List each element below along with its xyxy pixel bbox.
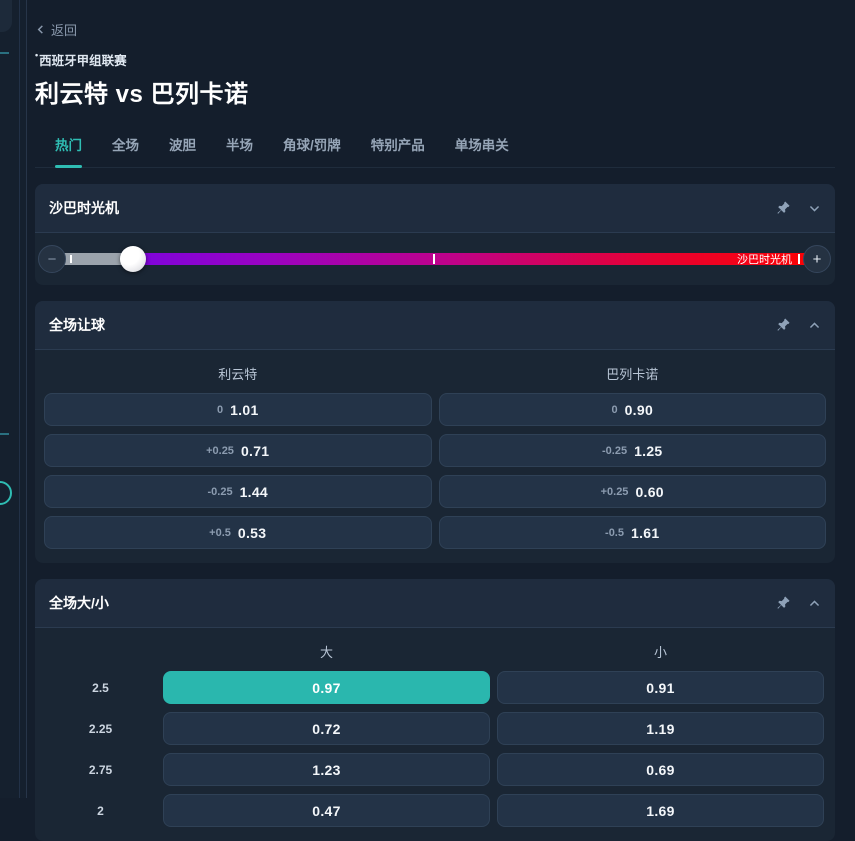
- time-machine-slider-area: 沙巴时光机 − +: [35, 233, 835, 285]
- odds-value: 1.69: [646, 803, 674, 819]
- handicap-line: -0.25: [207, 486, 232, 498]
- league-name: • 西班牙甲组联赛: [35, 50, 835, 69]
- handicap-team-headers: 利云特 巴列卡诺: [35, 350, 835, 393]
- ou-cell-over-1[interactable]: 0.72: [163, 712, 490, 745]
- handicap-odds-grid: 0 1.01 0 0.90 +0.25 0.71 -0.25 1.25 -0.2…: [35, 393, 835, 563]
- back-button[interactable]: 返回: [35, 20, 77, 39]
- chevron-up-icon[interactable]: [808, 597, 821, 610]
- back-chevron-icon: [35, 24, 46, 35]
- over-under-card: 全场大/小 大 小 2.5 0.97 0.91 2.25: [35, 579, 835, 841]
- ou-cell-under-3[interactable]: 1.69: [497, 794, 824, 827]
- ou-cell-over-0[interactable]: 0.97: [163, 671, 490, 704]
- pin-icon[interactable]: [775, 595, 791, 611]
- handicap-line: +0.25: [206, 445, 234, 457]
- main-content: 返回 • 西班牙甲组联赛 利云特 vs 巴列卡诺 热门 全场 波胆 半场 角球/…: [35, 0, 835, 841]
- chevron-down-icon[interactable]: [808, 202, 821, 215]
- tab-corners-cards[interactable]: 角球/罚牌: [283, 134, 341, 167]
- ou-cell-under-0[interactable]: 0.91: [497, 671, 824, 704]
- pin-icon[interactable]: [775, 317, 791, 333]
- league-bullet: •: [35, 51, 38, 60]
- away-team-header: 巴列卡诺: [439, 364, 827, 383]
- ou-cell-over-3[interactable]: 0.47: [163, 794, 490, 827]
- over-under-grid: 2.5 0.97 0.91 2.25 0.72 1.19 2.75 1.23 0…: [35, 671, 835, 841]
- odds-value: 1.44: [240, 484, 268, 500]
- handicap-line: 0: [611, 404, 617, 416]
- odds-value: 1.19: [646, 721, 674, 737]
- odds-value: 1.01: [230, 402, 258, 418]
- back-label: 返回: [51, 20, 77, 39]
- ou-line-label: 2: [45, 804, 156, 818]
- page-title: 利云特 vs 巴列卡诺: [35, 74, 835, 109]
- handicap-line: -0.5: [605, 527, 624, 539]
- handicap-cell-home-0[interactable]: 0 1.01: [44, 393, 432, 426]
- tab-half-time[interactable]: 半场: [226, 134, 253, 167]
- slider-knob[interactable]: [120, 246, 146, 272]
- handicap-cell-home-3[interactable]: +0.5 0.53: [44, 516, 432, 549]
- section-title: 沙巴时光机: [49, 198, 775, 218]
- ou-line-label: 2.75: [45, 763, 156, 777]
- pin-icon[interactable]: [775, 200, 791, 216]
- time-machine-slider-track[interactable]: 沙巴时光机: [52, 253, 818, 265]
- ou-line-label: 2.5: [45, 681, 156, 695]
- ou-cell-under-1[interactable]: 1.19: [497, 712, 824, 745]
- line-column-spacer: [45, 642, 156, 661]
- over-under-header: 全场大/小: [35, 579, 835, 628]
- sidebar-teal-dash: [0, 52, 9, 54]
- handicap-cell-away-0[interactable]: 0 0.90: [439, 393, 827, 426]
- odds-value: 0.71: [241, 443, 269, 459]
- slider-minus-button[interactable]: −: [38, 245, 66, 273]
- tab-specials[interactable]: 特别产品: [371, 134, 425, 167]
- odds-value: 0.47: [312, 803, 340, 819]
- odds-value: 0.69: [646, 762, 674, 778]
- slider-plus-button[interactable]: +: [803, 245, 831, 273]
- tab-hot[interactable]: 热门: [55, 134, 82, 167]
- left-sidebar-edge: [0, 0, 27, 798]
- under-column-header: 小: [497, 642, 824, 661]
- chevron-up-icon[interactable]: [808, 319, 821, 332]
- time-machine-card: 沙巴时光机 沙巴时光机 − +: [35, 184, 835, 285]
- handicap-line: +0.5: [209, 527, 231, 539]
- sidebar-divider-line: [19, 0, 20, 798]
- handicap-cell-home-1[interactable]: +0.25 0.71: [44, 434, 432, 467]
- odds-value: 1.25: [634, 443, 662, 459]
- odds-value: 0.72: [312, 721, 340, 737]
- odds-value: 1.23: [312, 762, 340, 778]
- handicap-cell-away-1[interactable]: -0.25 1.25: [439, 434, 827, 467]
- odds-value: 0.91: [646, 680, 674, 696]
- market-tabs: 热门 全场 波胆 半场 角球/罚牌 特别产品 单场串关: [35, 134, 835, 168]
- ou-cell-over-2[interactable]: 1.23: [163, 753, 490, 786]
- odds-value: 1.61: [631, 525, 659, 541]
- odds-value: 0.90: [625, 402, 653, 418]
- league-label: 西班牙甲组联赛: [39, 50, 127, 69]
- home-team-header: 利云特: [44, 364, 432, 383]
- tab-correct-score[interactable]: 波胆: [169, 134, 196, 167]
- slider-tick: [70, 255, 72, 263]
- slider-end-tick: [798, 254, 800, 264]
- handicap-line: -0.25: [602, 445, 627, 457]
- ou-cell-under-2[interactable]: 0.69: [497, 753, 824, 786]
- odds-value: 0.97: [312, 680, 340, 696]
- over-under-column-headers: 大 小: [35, 628, 835, 671]
- section-title: 全场让球: [49, 315, 775, 335]
- handicap-cell-home-2[interactable]: -0.25 1.44: [44, 475, 432, 508]
- section-title: 全场大/小: [49, 593, 775, 613]
- handicap-header: 全场让球: [35, 301, 835, 350]
- handicap-cell-away-2[interactable]: +0.25 0.60: [439, 475, 827, 508]
- time-machine-header: 沙巴时光机: [35, 184, 835, 233]
- tab-single-parlay[interactable]: 单场串关: [455, 134, 509, 167]
- sidebar-corner-remnant: [0, 0, 12, 32]
- over-column-header: 大: [163, 642, 490, 661]
- slider-tick: [433, 254, 435, 264]
- ou-line-label: 2.25: [45, 722, 156, 736]
- sidebar-teal-dash: [0, 433, 9, 435]
- tab-full-time[interactable]: 全场: [112, 134, 139, 167]
- handicap-line: +0.25: [601, 486, 629, 498]
- handicap-line: 0: [217, 404, 223, 416]
- odds-value: 0.53: [238, 525, 266, 541]
- slider-label: 沙巴时光机: [737, 253, 792, 265]
- odds-value: 0.60: [635, 484, 663, 500]
- handicap-card: 全场让球 利云特 巴列卡诺 0 1.01 0 0.90: [35, 301, 835, 563]
- handicap-cell-away-3[interactable]: -0.5 1.61: [439, 516, 827, 549]
